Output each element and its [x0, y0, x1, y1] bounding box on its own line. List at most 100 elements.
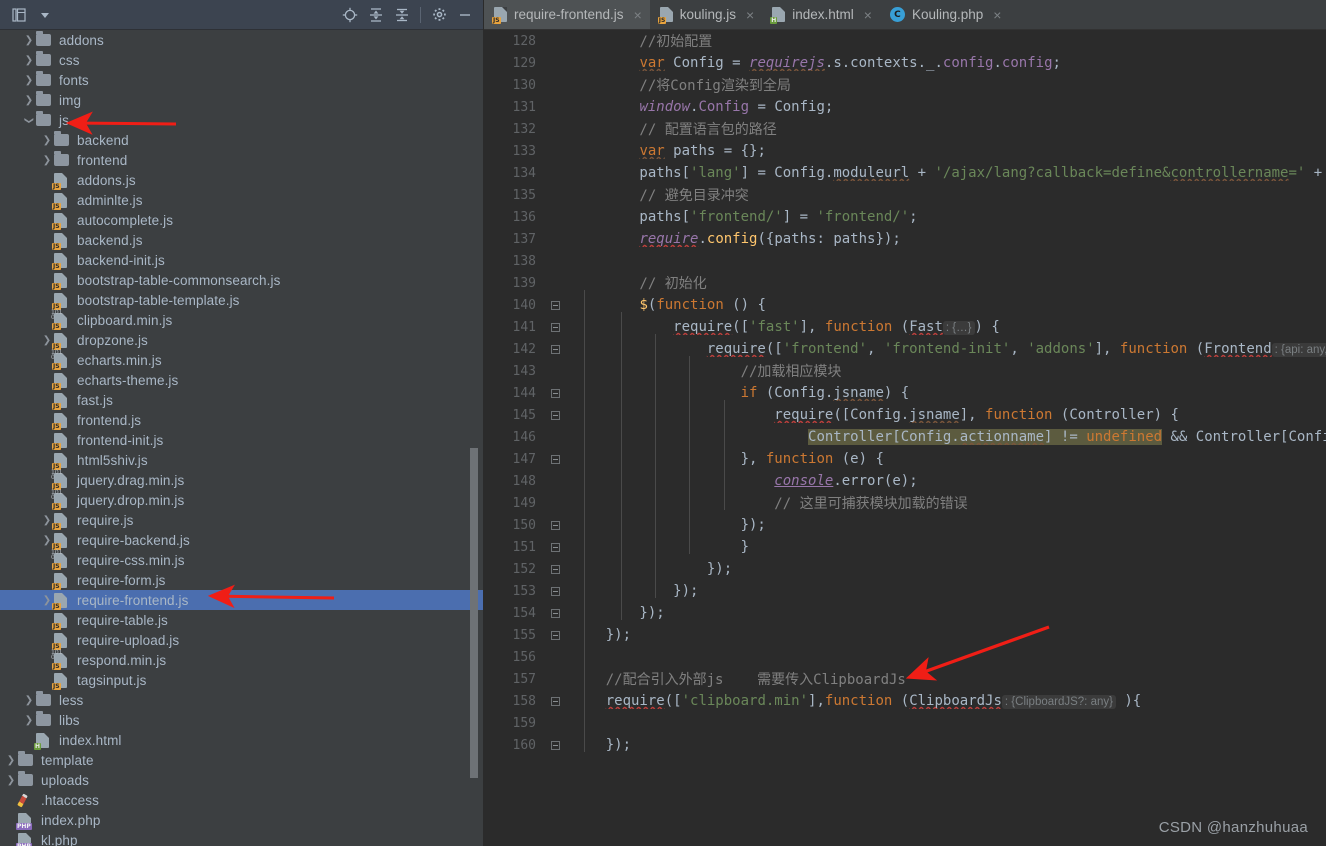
- code-line[interactable]: 152 });: [484, 558, 1326, 580]
- editor-tab-bar[interactable]: JS require-frontend.js × JS kouling.js × Hinde…: [484, 0, 1326, 30]
- tree-row[interactable]: ❯JSaddons.js: [0, 170, 484, 190]
- tree-row[interactable]: ❯ libs: [0, 710, 484, 730]
- chevron-down-icon[interactable]: [32, 2, 58, 28]
- expand-arrow-icon[interactable]: ❯: [22, 75, 36, 86]
- tree-row[interactable]: ❯JSrequire-table.js: [0, 610, 484, 630]
- tree-row[interactable]: ❯ img: [0, 90, 484, 110]
- tab-close-icon[interactable]: ×: [634, 8, 642, 22]
- code-line[interactable]: 151 }: [484, 536, 1326, 558]
- project-menu-icon[interactable]: [6, 2, 32, 28]
- fold-end-icon[interactable]: [550, 454, 560, 464]
- fold-end-icon[interactable]: [550, 740, 560, 750]
- code-line[interactable]: 141 require(['fast'], function (Fast: {……: [484, 316, 1326, 338]
- tree-row[interactable]: ❯ backend: [0, 130, 484, 150]
- fold-collapse-icon[interactable]: [550, 410, 560, 420]
- fold-gutter[interactable]: [544, 520, 566, 530]
- code-line[interactable]: 158 require(['clipboard.min'],function (…: [484, 690, 1326, 712]
- code-line[interactable]: 159: [484, 712, 1326, 734]
- tree-row[interactable]: ❯ template: [0, 750, 484, 770]
- tree-row[interactable]: ❯1010JSjquery.drag.min.js: [0, 469, 484, 490]
- tree-row[interactable]: ❯JSfast.js: [0, 390, 484, 410]
- code-line[interactable]: 154 });: [484, 602, 1326, 624]
- code-editor[interactable]: 128 //初始配置 129 var Config = requirejs.s.c…: [484, 30, 1326, 846]
- code-line[interactable]: 135 // 避免目录冲突: [484, 184, 1326, 206]
- fold-end-icon[interactable]: [550, 608, 560, 618]
- fold-gutter[interactable]: [544, 388, 566, 398]
- fold-gutter[interactable]: [544, 542, 566, 552]
- editor-tab[interactable]: Hindex.html ×: [762, 0, 880, 29]
- fold-gutter[interactable]: [544, 322, 566, 332]
- tree-row[interactable]: ❯JSautocomplete.js: [0, 210, 484, 230]
- code-line[interactable]: 145 require([Config.jsname], function (C…: [484, 404, 1326, 426]
- fold-gutter[interactable]: [544, 300, 566, 310]
- fold-collapse-icon[interactable]: [550, 696, 560, 706]
- expand-arrow-icon[interactable]: ❯: [4, 755, 18, 766]
- tree-row[interactable]: ❯JSadminlte.js: [0, 190, 484, 210]
- tree-row[interactable]: ❯ css: [0, 50, 484, 70]
- fold-gutter[interactable]: [544, 454, 566, 464]
- code-line[interactable]: 153 });: [484, 580, 1326, 602]
- tree-row[interactable]: ❯ uploads: [0, 770, 484, 790]
- expand-arrow-icon[interactable]: ❯: [40, 155, 54, 166]
- fold-gutter[interactable]: [544, 344, 566, 354]
- fold-end-icon[interactable]: [550, 564, 560, 574]
- code-line[interactable]: 149 // 这里可捕获模块加载的错误: [484, 492, 1326, 514]
- tree-row[interactable]: ❯ .htaccess: [0, 790, 484, 810]
- tree-row[interactable]: ❯ addons: [0, 30, 484, 50]
- tree-row[interactable]: ❯1010JSrespond.min.js: [0, 649, 484, 670]
- code-line[interactable]: 133 var paths = {};: [484, 140, 1326, 162]
- tree-row[interactable]: ❯1010JSrequire-css.min.js: [0, 549, 484, 570]
- tree-row[interactable]: ❯JSfrontend-init.js: [0, 430, 484, 450]
- code-line[interactable]: 137 require.config({paths: paths});: [484, 228, 1326, 250]
- fold-gutter[interactable]: [544, 564, 566, 574]
- tab-close-icon[interactable]: ×: [864, 8, 872, 22]
- tree-row[interactable]: ❯JSbootstrap-table-commonsearch.js: [0, 270, 484, 290]
- tree-row[interactable]: ❯JSfrontend.js: [0, 410, 484, 430]
- editor-tab[interactable]: C Kouling.php ×: [880, 0, 1010, 29]
- expand-arrow-icon[interactable]: ❯: [22, 55, 36, 66]
- tree-row[interactable]: ❯PHPindex.php: [0, 810, 484, 830]
- collapse-arrow-icon[interactable]: ❯: [24, 113, 35, 127]
- tree-row[interactable]: ❯JSrequire-upload.js: [0, 630, 484, 650]
- locate-target-icon[interactable]: [337, 2, 363, 28]
- code-line[interactable]: 146 Controller[Config.actionname] != und…: [484, 426, 1326, 448]
- code-line[interactable]: 129 var Config = requirejs.s.contexts._.…: [484, 52, 1326, 74]
- code-line[interactable]: 144 if (Config.jsname) {: [484, 382, 1326, 404]
- code-line[interactable]: 150 });: [484, 514, 1326, 536]
- tree-row[interactable]: ❯ JS dropzone.js: [0, 330, 484, 350]
- code-line[interactable]: 130 //将Config渲染到全局: [484, 74, 1326, 96]
- tree-row[interactable]: ❯JSrequire-form.js: [0, 570, 484, 590]
- project-file-tree[interactable]: ❯ addons ❯ css ❯ fonts ❯ img ❯ js ❯ backend ❯ fronten…: [0, 30, 484, 846]
- tree-row[interactable]: ❯JSbootstrap-table-template.js: [0, 290, 484, 310]
- tree-row[interactable]: ❯PHPkl.php: [0, 830, 484, 846]
- fold-gutter[interactable]: [544, 410, 566, 420]
- code-line[interactable]: 131 window.Config = Config;: [484, 96, 1326, 118]
- expand-arrow-icon[interactable]: ❯: [22, 695, 36, 706]
- tree-row[interactable]: ❯JShtml5shiv.js: [0, 450, 484, 470]
- gear-icon[interactable]: [426, 2, 452, 28]
- tree-row[interactable]: ❯1010JSecharts.min.js: [0, 349, 484, 370]
- tree-row[interactable]: ❯JStagsinput.js: [0, 670, 484, 690]
- expand-arrow-icon[interactable]: ❯: [22, 95, 36, 106]
- expand-arrow-icon[interactable]: ❯: [22, 35, 36, 46]
- code-line[interactable]: 134 paths['lang'] = Config.moduleurl + '…: [484, 162, 1326, 184]
- tree-row[interactable]: ❯ js: [0, 110, 484, 130]
- expand-arrow-icon[interactable]: ❯: [40, 135, 54, 146]
- editor-tab[interactable]: JS require-frontend.js ×: [484, 0, 650, 29]
- expand-all-icon[interactable]: [363, 2, 389, 28]
- project-scrollbar-thumb[interactable]: [470, 448, 478, 778]
- code-line[interactable]: 147 }, function (e) {: [484, 448, 1326, 470]
- fold-gutter[interactable]: [544, 696, 566, 706]
- code-line[interactable]: 156: [484, 646, 1326, 668]
- minimize-icon[interactable]: [452, 2, 478, 28]
- editor-tab[interactable]: JS kouling.js ×: [650, 0, 762, 29]
- fold-collapse-icon[interactable]: [550, 388, 560, 398]
- tree-row[interactable]: ❯ JS require-backend.js: [0, 530, 484, 550]
- code-line[interactable]: 142 require(['frontend', 'frontend-init'…: [484, 338, 1326, 360]
- fold-gutter[interactable]: [544, 740, 566, 750]
- code-line[interactable]: 128 //初始配置: [484, 30, 1326, 52]
- fold-gutter[interactable]: [544, 608, 566, 618]
- fold-collapse-icon[interactable]: [550, 344, 560, 354]
- tree-row[interactable]: ❯ JS require.js: [0, 510, 484, 530]
- fold-gutter[interactable]: [544, 630, 566, 640]
